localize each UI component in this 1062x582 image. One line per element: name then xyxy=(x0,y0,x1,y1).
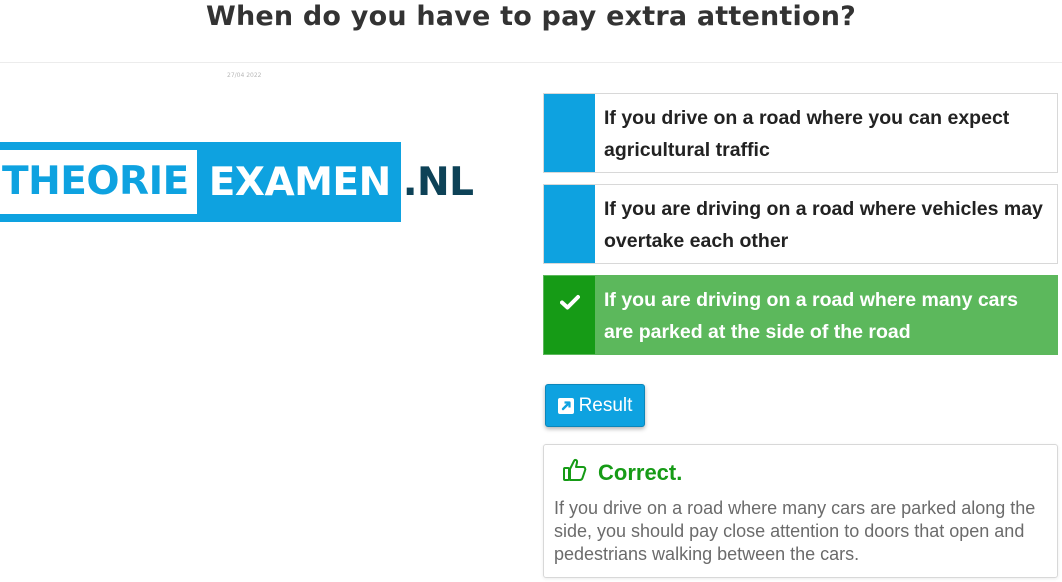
answer-marker xyxy=(544,185,595,263)
small-note: 27/04 2022 xyxy=(227,72,262,79)
external-link-icon xyxy=(557,397,574,414)
answer-text: If you are driving on a road where vehic… xyxy=(604,198,1043,252)
site-logo: THEORIE EXAMEN .NL xyxy=(0,142,474,222)
answer-marker xyxy=(544,94,595,172)
answer-marker xyxy=(544,276,595,354)
logo-box: THEORIE EXAMEN xyxy=(0,142,401,222)
answer-option-1[interactable]: If you drive on a road where you can exp… xyxy=(543,93,1058,173)
answer-option-3[interactable]: If you are driving on a road where many … xyxy=(543,275,1058,355)
answer-text: If you drive on a road where you can exp… xyxy=(604,107,1010,161)
result-button[interactable]: Result xyxy=(545,384,645,427)
logo-theorie: THEORIE xyxy=(0,142,197,222)
thumbs-up-icon xyxy=(562,457,588,489)
header-divider xyxy=(0,62,1062,63)
feedback-title: Correct. xyxy=(598,460,683,485)
logo-examen: EXAMEN xyxy=(208,159,391,205)
logo-nl: .NL xyxy=(402,159,474,205)
feedback-header: Correct. xyxy=(562,455,1047,491)
answer-text: If you are driving on a road where many … xyxy=(604,289,1018,343)
answer-option-2[interactable]: If you are driving on a road where vehic… xyxy=(543,184,1058,264)
feedback-panel: Correct. If you drive on a road where ma… xyxy=(543,444,1058,578)
feedback-text: If you drive on a road where many cars a… xyxy=(554,498,1036,564)
result-button-label: Result xyxy=(578,394,633,416)
check-icon xyxy=(559,294,580,354)
answer-list: If you drive on a road where you can exp… xyxy=(543,93,1058,366)
question-title: When do you have to pay extra attention? xyxy=(205,1,857,32)
